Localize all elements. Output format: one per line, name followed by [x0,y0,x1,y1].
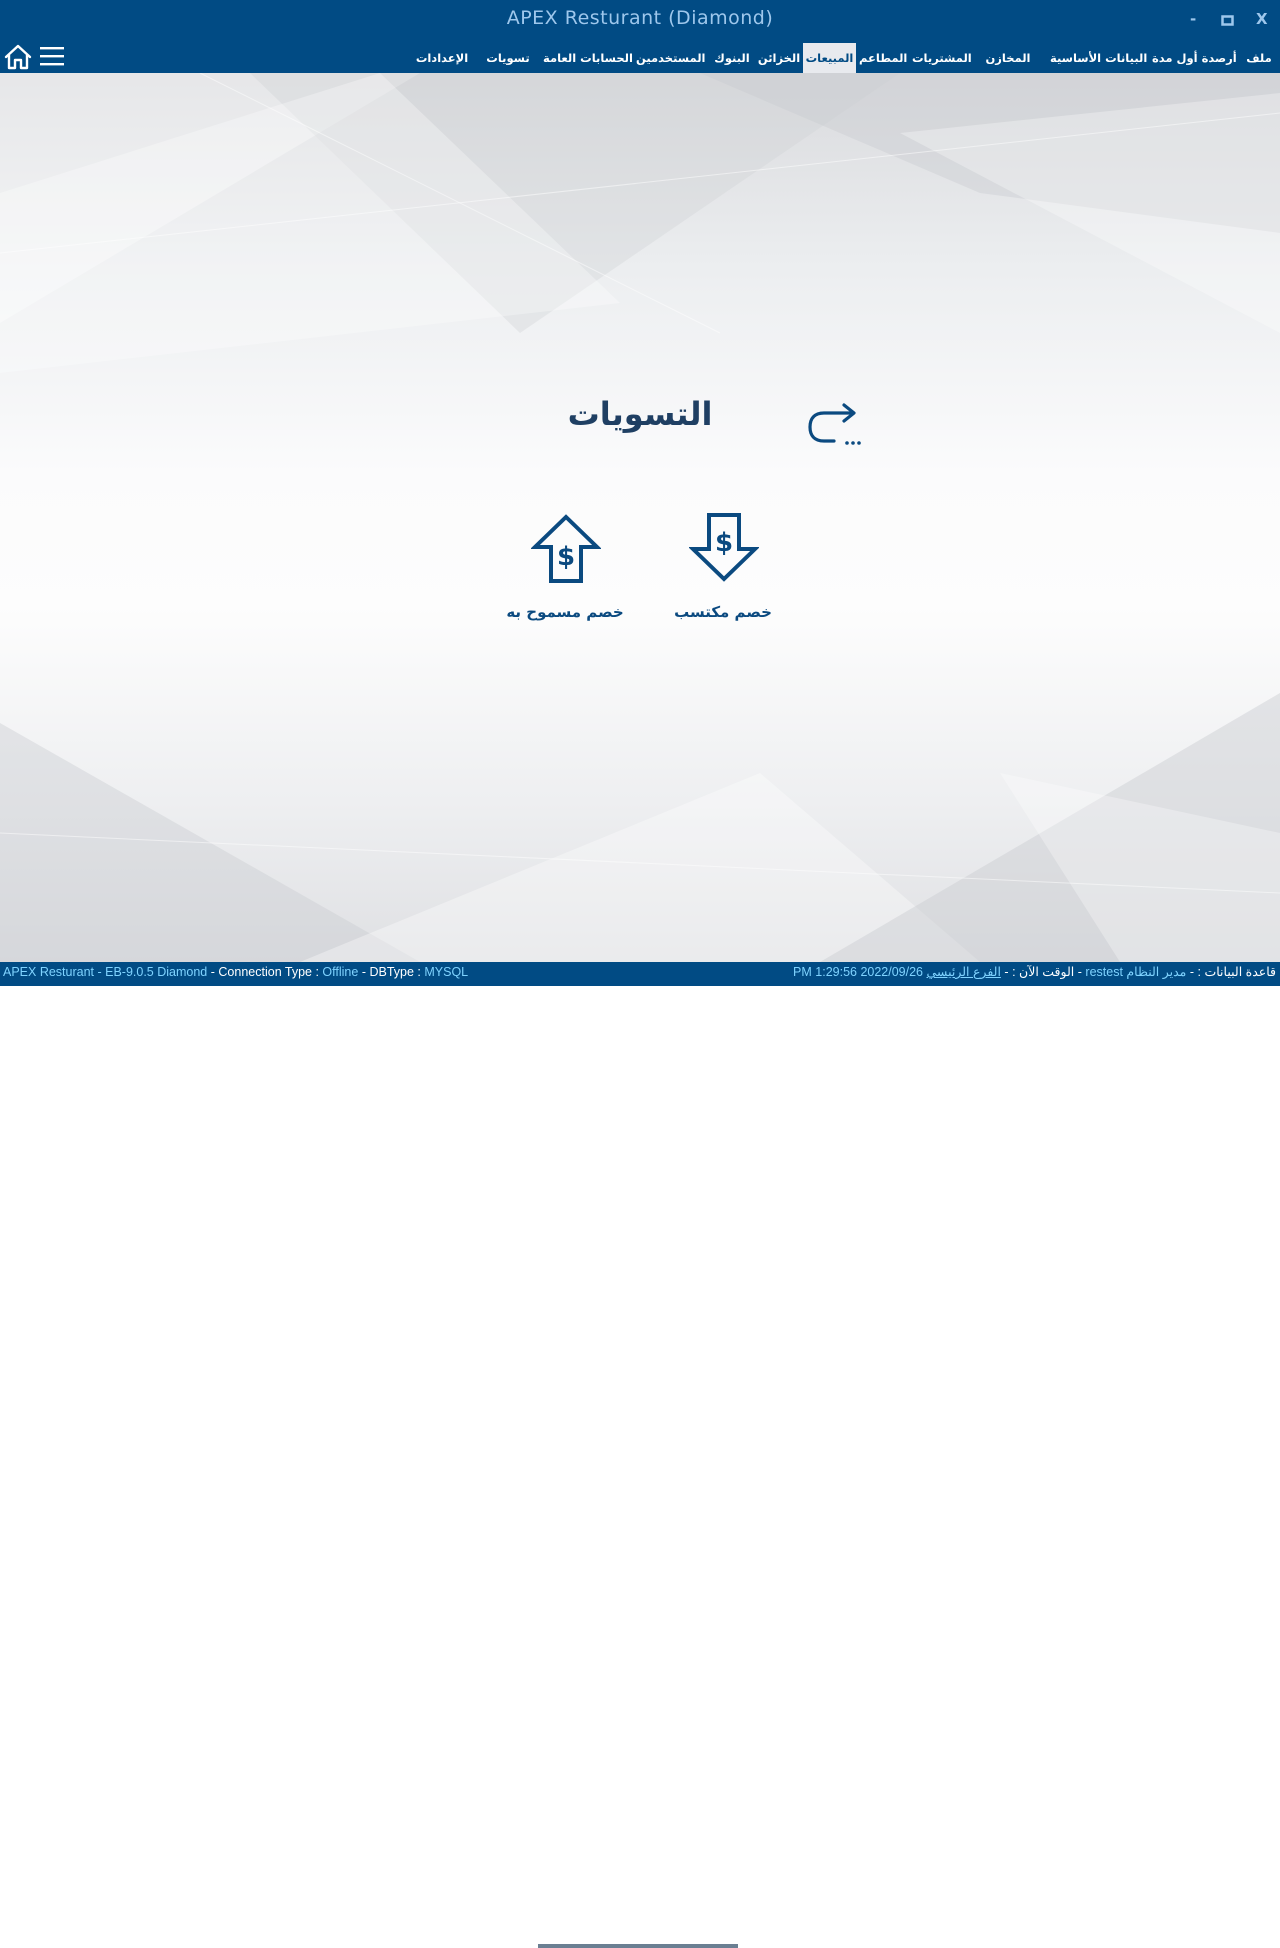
database-value: restest [1085,965,1123,979]
maximize-button[interactable] [1221,12,1234,30]
main-content: التسويات $ خصم مكتسب $ خصم مسموح به [0,73,1280,962]
branch-link[interactable]: الفرع الرئيسي [927,965,1001,979]
status-left: APEX Resturant - EB-9.0.5 Diamond - Conn… [3,962,468,982]
section-title: التسويات [567,395,713,433]
separator: - [210,965,215,979]
menu-restaurants[interactable]: المطاعم [859,43,907,73]
menu-basic-data[interactable]: البيانات الأساسية [1050,43,1147,73]
hamburger-icon[interactable] [40,46,64,66]
minimize-button[interactable]: - [1190,10,1196,28]
tile-allowed-discount[interactable]: $ خصم مسموح به [490,513,640,623]
menu-general-accounts[interactable]: الحسابات العامة [543,43,633,73]
current-time-label: الوقت الآن : [1012,965,1075,979]
separator: - [361,965,366,979]
return-arrow-icon[interactable] [806,401,866,451]
menu-settlements[interactable]: تسويات [485,43,531,73]
connection-type-value: Offline [322,965,359,979]
close-button[interactable]: X [1256,10,1268,28]
scroll-thumb[interactable] [538,1944,738,1948]
title-bar: APEX Resturant (Diamond) - X [0,0,1280,40]
menu-purchases[interactable]: المشتريات [912,43,972,73]
tile-label: خصم مسموح به [506,603,624,621]
connection-type-label: Connection Type : [218,965,319,979]
menu-users[interactable]: المستخدمين [636,43,705,73]
tile-label: خصم مكتسب [674,603,772,621]
separator: - [1004,965,1009,979]
menu-treasuries[interactable]: الخزائن [757,43,801,73]
status-bar: APEX Resturant - EB-9.0.5 Diamond - Conn… [0,962,1280,1948]
database-label: قاعدة البيانات : [1197,965,1276,979]
menu-stores[interactable]: المخازن [983,43,1033,73]
maximize-icon [1221,15,1234,26]
menu-banks[interactable]: البنوك [712,43,752,73]
separator: - [1077,965,1082,979]
dollar-arrow-down-icon: $ [689,513,759,582]
svg-text:$: $ [715,528,733,558]
current-datetime: PM 1:29:56 2022/09/26 [793,965,924,979]
menu-settings[interactable]: الإعدادات [412,43,472,73]
menu-opening-balances[interactable]: أرصدة أول مدة [1152,43,1237,73]
window-title: APEX Resturant (Diamond) [506,7,774,29]
status-right: PM 1:29:56 2022/09/26 الوقت الآن : - الف… [793,962,1276,982]
background-pattern [0,73,1280,962]
db-type-value: MYSQL [424,965,469,979]
separator: - [1189,965,1195,979]
home-icon[interactable] [4,44,32,70]
current-user: مدير النظام [1126,965,1187,979]
db-type-label: DBType : [369,965,421,979]
menu-sales[interactable]: المبيعات [803,43,856,73]
menu-bar: ملف أرصدة أول مدة البيانات الأساسية المخ… [0,40,1280,73]
menu-file[interactable]: ملف [1242,43,1276,73]
svg-text:$: $ [557,542,575,572]
app-version: APEX Resturant - EB-9.0.5 Diamond [3,965,208,979]
tile-earned-discount[interactable]: $ خصم مكتسب [648,513,798,623]
dollar-arrow-up-icon: $ [531,514,601,583]
